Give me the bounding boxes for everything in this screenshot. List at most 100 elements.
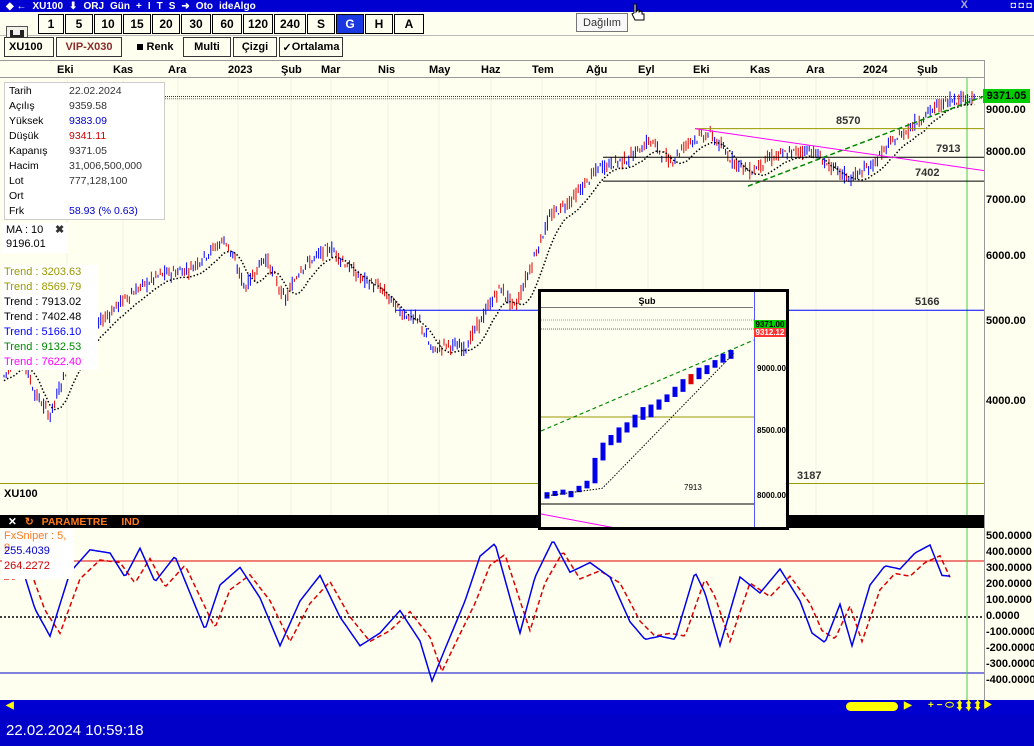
s-button[interactable]: S	[169, 1, 176, 12]
orj-button[interactable]: ORJ	[83, 1, 104, 12]
period-240-button[interactable]: 240	[274, 14, 306, 34]
period-20-button[interactable]: 20	[152, 14, 180, 34]
back-button[interactable]: ◆ ←	[6, 1, 26, 12]
multi-button[interactable]: Multi	[183, 37, 231, 57]
indicator-values: FxSniper : 5, 9 255.4039 264.2272	[2, 529, 74, 579]
parameter-button[interactable]: PARAMETRE	[42, 516, 108, 528]
scroll-right-icon[interactable]: ▶	[904, 700, 912, 711]
ortalama-label: Ortalama	[291, 41, 340, 53]
forward-button[interactable]: ➜	[181, 1, 189, 12]
refresh-icon[interactable]: ↻	[25, 516, 34, 528]
scroll-thumb[interactable]	[846, 702, 898, 711]
trend-item[interactable]: Trend : 8569.79	[4, 281, 81, 296]
trend-level-label: 7402	[915, 167, 940, 180]
scroll-bar[interactable]: ◀ ▶ + − ⬭ ⬍ ⬍ ⬍ ▶	[0, 700, 1034, 714]
period-60-button[interactable]: 60	[212, 14, 242, 34]
trend-level-label: 5166	[915, 296, 940, 309]
info-row: Ort	[9, 190, 164, 205]
month-label: May	[429, 64, 451, 76]
info-value: 58.93 (% 0.63)	[69, 205, 138, 217]
symbol-title[interactable]: XU100	[32, 1, 63, 12]
ma-value: 9196.01	[6, 238, 46, 250]
last-price-badge: 9371.05	[983, 89, 1030, 103]
t-button[interactable]: T	[157, 1, 163, 12]
trend-item[interactable]: Trend : 3203.63	[4, 266, 81, 281]
zoom-controls[interactable]: + − ⬭ ⬍ ⬍ ⬍ ▶	[928, 700, 992, 711]
period-10-button[interactable]: 10	[94, 14, 122, 34]
period-g-button[interactable]: G	[336, 14, 364, 34]
inset-axis-label: 8500.00	[757, 426, 786, 435]
close-icon[interactable]: ✕	[8, 516, 17, 528]
trend-item[interactable]: Trend : 9132.53	[4, 341, 81, 356]
month-label: 2024	[863, 64, 888, 76]
trend-item[interactable]: Trend : 7402.48	[4, 311, 81, 326]
month-label: Ara	[168, 64, 187, 76]
period-button[interactable]: Gün	[110, 1, 130, 12]
period-1-button[interactable]: 1	[38, 14, 64, 34]
inset-candle	[592, 457, 598, 484]
price-tick-label: 7000.00	[986, 194, 1026, 207]
info-key: Açılış	[9, 100, 35, 112]
period-5-button[interactable]: 5	[65, 14, 93, 34]
trend-item[interactable]: Trend : 7913.02	[4, 296, 81, 311]
square-icon	[136, 44, 143, 50]
period-a-button[interactable]: A	[394, 14, 424, 34]
window-controls[interactable]: ◘ ◘ ◘	[1011, 0, 1032, 10]
idealgo-button[interactable]: ideAlgo	[219, 1, 256, 12]
price-tick-label: 4000.00	[986, 395, 1026, 407]
info-key: Lot	[9, 175, 24, 187]
i-button[interactable]: I	[148, 1, 151, 12]
inset-axis-label: 9000.00	[757, 364, 786, 373]
month-label: Eki	[693, 64, 710, 76]
month-label: Nis	[378, 64, 396, 76]
oto-button[interactable]: Oto	[196, 1, 213, 12]
period-15-button[interactable]: 15	[123, 14, 151, 34]
inset-candle	[712, 360, 718, 368]
info-row: Kapanış 9371.05	[9, 145, 164, 160]
download-button[interactable]: ⬇	[69, 1, 77, 12]
info-value: 22.02.2024	[69, 85, 122, 97]
chart-toolbar: XU100 VIP-X030 Renk Multi Çizgi ✓ Ortalam…	[0, 37, 1034, 59]
price-tick-label: 9000.00	[986, 104, 1026, 116]
month-label: Şub	[917, 64, 938, 76]
month-label: Kas	[113, 64, 134, 76]
signal-line	[4, 552, 951, 674]
period-s-button[interactable]: S	[307, 14, 335, 34]
info-row: Açılış 9359.58	[9, 100, 164, 115]
close-icon[interactable]: ✖	[55, 223, 64, 236]
info-value: 31,006,500,000	[69, 160, 142, 172]
indicator-value-1: 255.4039	[4, 545, 50, 557]
renk-button[interactable]: Renk	[128, 37, 182, 57]
price-tick-label: 5000.00	[986, 314, 1026, 327]
inset-ma-line	[544, 352, 735, 497]
ortalama-button[interactable]: ✓ Ortalama	[279, 37, 343, 57]
inset-candle	[600, 442, 606, 461]
indicator-tick-label: -200.0000	[986, 642, 1034, 654]
info-key: Düşük	[9, 130, 39, 142]
trend-item[interactable]: Trend : 5166.10	[4, 326, 81, 341]
ind-button[interactable]: IND	[121, 516, 139, 528]
info-key: Ort	[9, 190, 24, 202]
info-key: Yüksek	[9, 115, 44, 127]
trend-panel: Trend : 3203.63 Trend : 8569.79 Trend : 79…	[2, 265, 98, 370]
scroll-left-icon[interactable]: ◀	[6, 700, 14, 711]
period-bar: 1 5 10 15 20 30 60 120 240 S G H A	[0, 12, 1034, 46]
inset-candle	[624, 422, 630, 433]
trend-item[interactable]: Trend : 7622.40	[4, 356, 81, 371]
symbol-box[interactable]: XU100	[4, 37, 54, 57]
inset-candle	[688, 374, 694, 385]
inset-candle	[584, 480, 590, 489]
vip-button[interactable]: VIP-X030	[56, 37, 122, 57]
inset-candle	[648, 404, 654, 418]
period-120-button[interactable]: 120	[243, 14, 273, 34]
period-30-button[interactable]: 30	[181, 14, 211, 34]
plus-button[interactable]: +	[136, 1, 142, 12]
month-label: Şub	[281, 64, 302, 76]
info-row: Yüksek 9383.09	[9, 115, 164, 130]
indicator-chart[interactable]	[0, 528, 984, 700]
cizgi-button[interactable]: Çizgi	[233, 37, 277, 57]
close-icon[interactable]: X	[961, 0, 968, 11]
info-value: 9383.09	[69, 115, 107, 127]
info-row: Hacim 31,006,500,000	[9, 160, 164, 175]
period-h-button[interactable]: H	[365, 14, 393, 34]
